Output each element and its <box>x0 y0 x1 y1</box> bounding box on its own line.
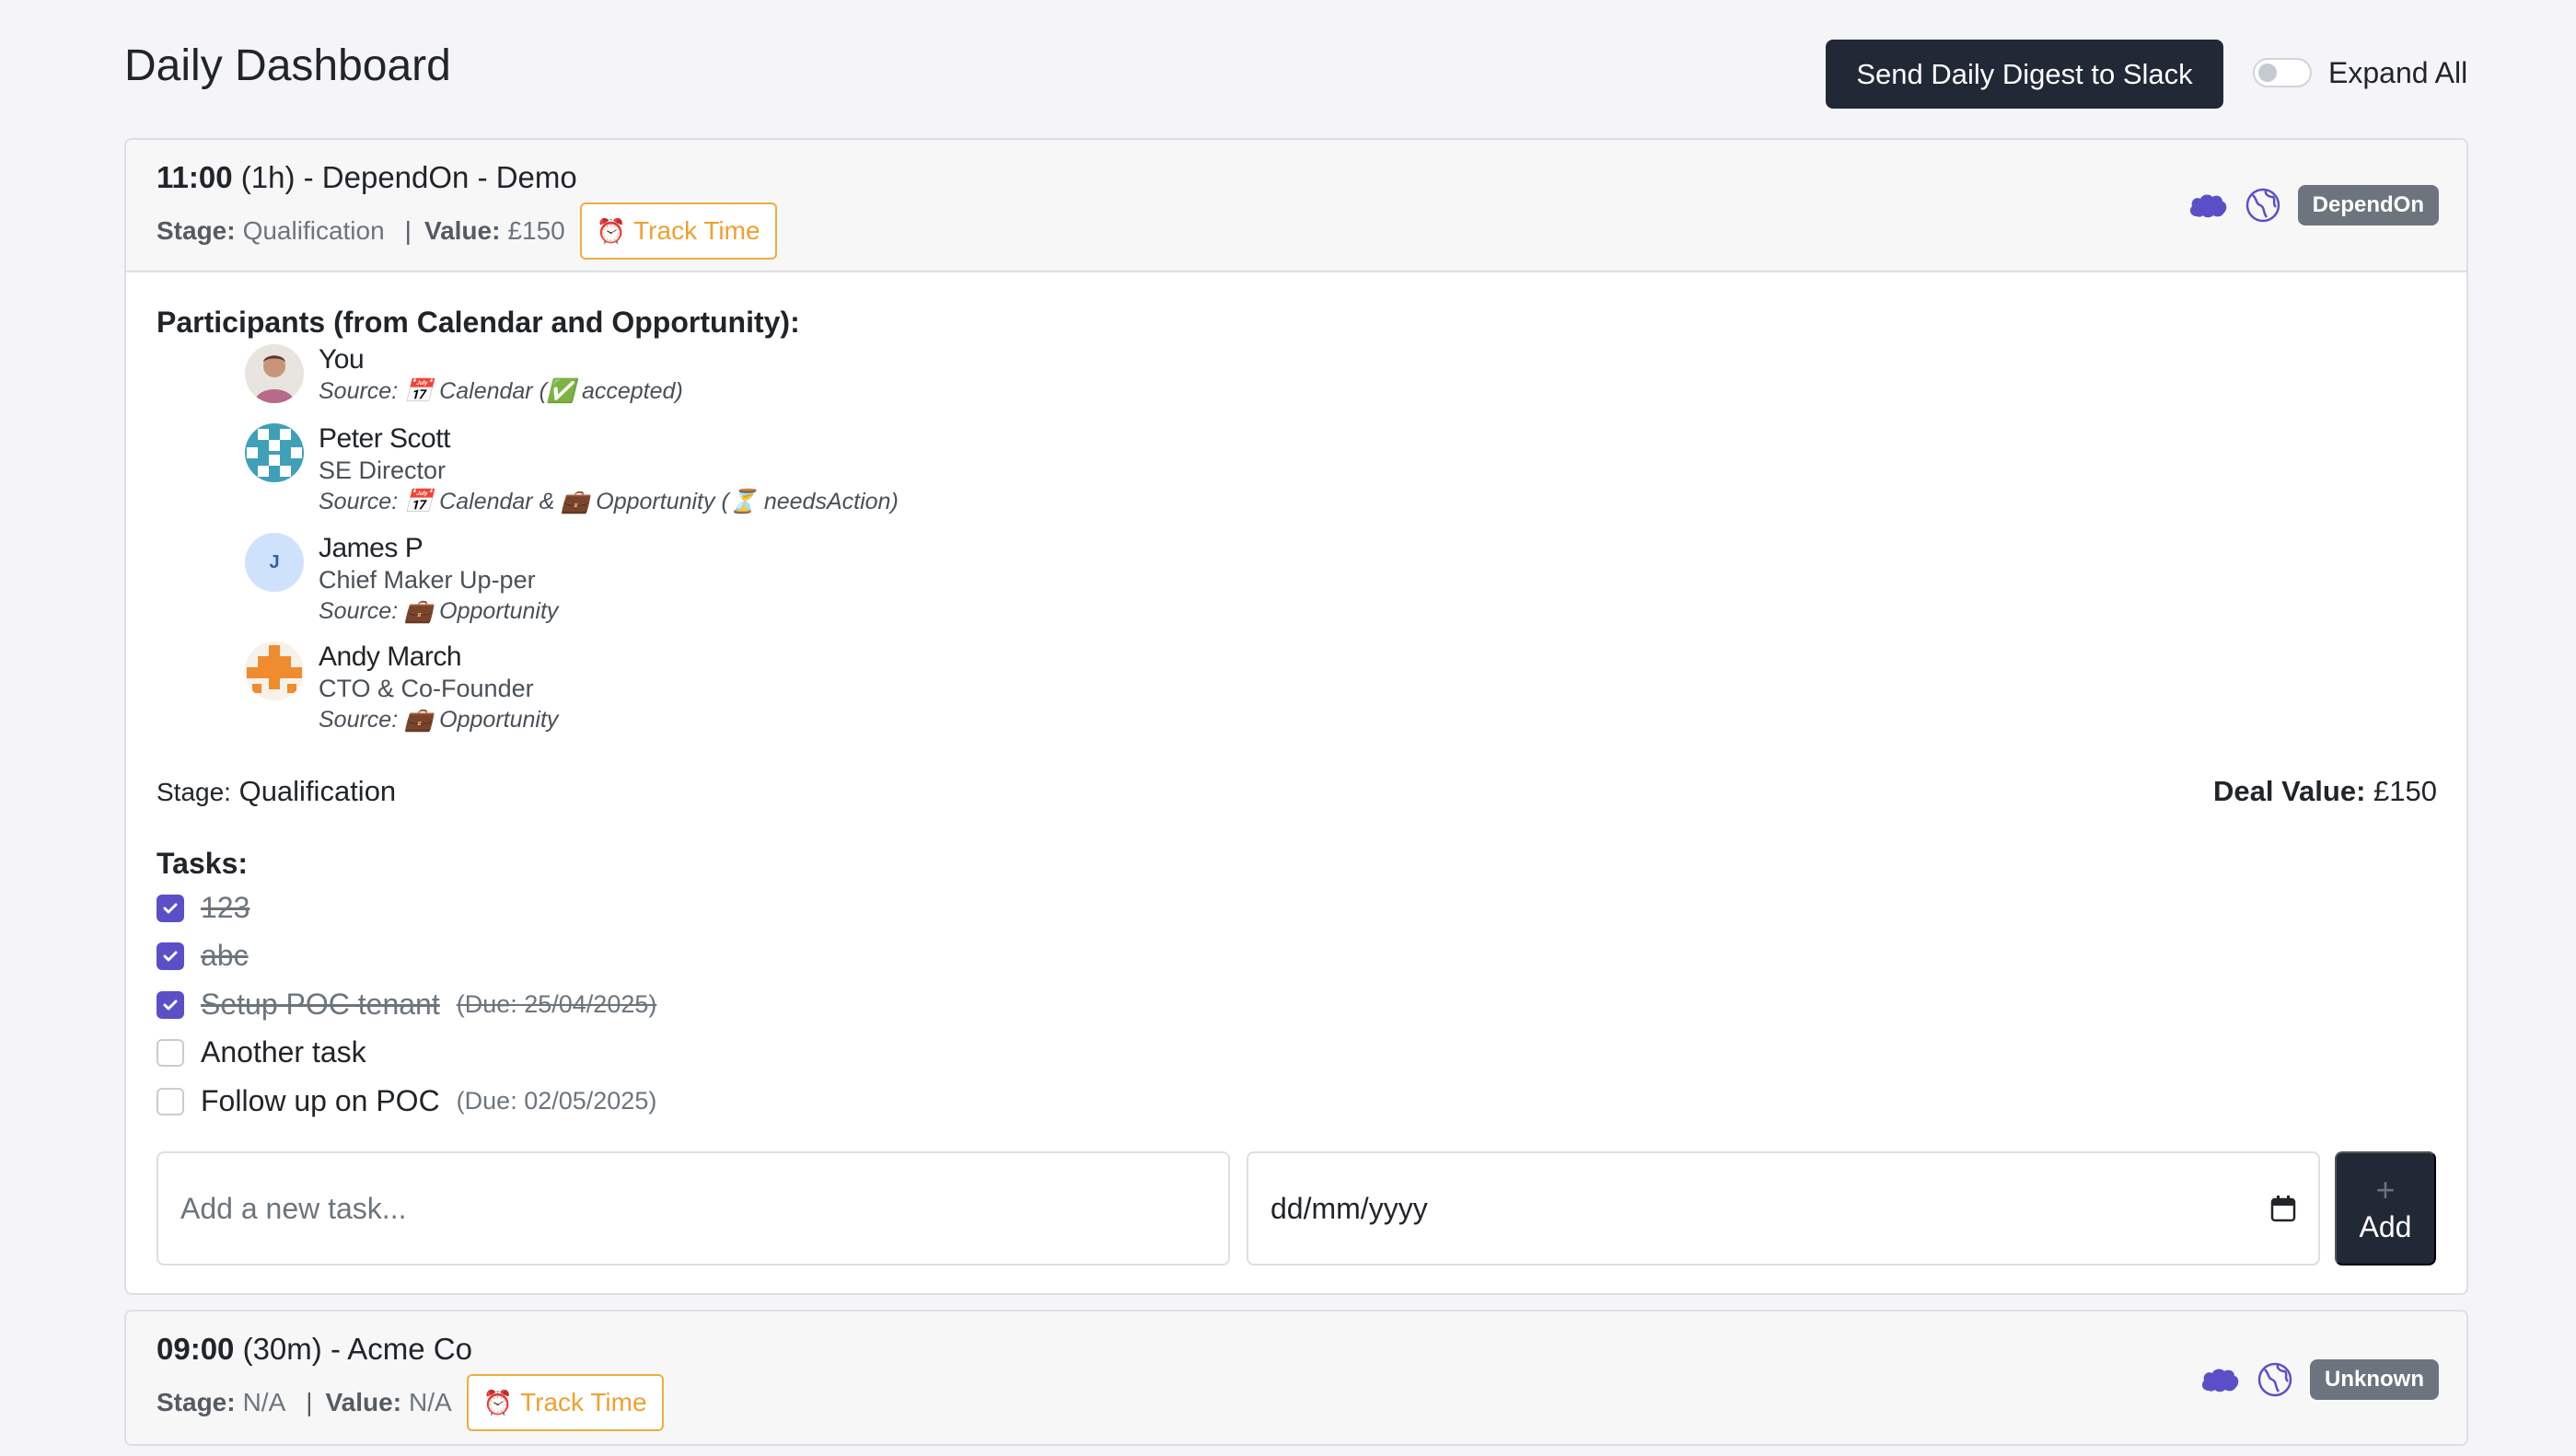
expand-all-label: Expand All <box>2328 55 2468 89</box>
task-due-date-input[interactable]: dd/mm/yyyy <box>1247 1151 2320 1265</box>
stage-label: Stage: <box>157 216 236 245</box>
deal-value-label: Deal Value: <box>2212 775 2366 807</box>
participant: Peter Scott SE Director Source: 📅 Calend… <box>245 423 899 517</box>
participant-source: Source: 💼 Opportunity <box>319 707 559 733</box>
participant-role: Chief Maker Up-per <box>319 566 536 594</box>
meeting-title: 09:00 (30m) - Acme Co <box>157 1332 472 1367</box>
meeting-duration: (1h) <box>240 160 296 194</box>
stage-row: Stage: Qualification <box>157 775 396 808</box>
task-checkbox[interactable] <box>157 1038 184 1067</box>
track-time-label: Track Time <box>633 216 760 245</box>
send-digest-button[interactable]: Send Daily Digest to Slack <box>1826 40 2223 109</box>
meeting-title: 11:00 (1h) - DependOn - Demo <box>157 160 577 195</box>
salesforce-cloud-icon[interactable] <box>2199 1366 2240 1393</box>
task-text: Setup POC tenant <box>201 988 440 1021</box>
globe-icon[interactable] <box>2245 187 2281 224</box>
stage-row-label: Stage: <box>157 778 231 806</box>
task-checkbox[interactable] <box>157 942 184 970</box>
deal-value: £150 <box>2373 775 2437 807</box>
task-text: 123 <box>201 891 250 924</box>
meeting-header-actions: Unknown <box>2199 1359 2439 1400</box>
task-item: Another task <box>157 1035 366 1069</box>
account-badge: DependOn <box>2297 185 2439 225</box>
participant: J James P Chief Maker Up-per Source: 💼 O… <box>245 533 558 627</box>
meta-separator: | <box>306 1388 313 1416</box>
task-text: Follow up on POC <box>201 1084 440 1117</box>
deal-value-row: Deal Value: £150 <box>2213 775 2437 808</box>
participant-role: SE Director <box>319 456 447 484</box>
participant-role: CTO & Co-Founder <box>319 675 534 702</box>
task-checkbox[interactable] <box>157 990 184 1019</box>
task-due: (Due: 25/04/2025) <box>456 990 657 1018</box>
track-time-button[interactable]: ⏰ Track Time <box>466 1374 664 1431</box>
salesforce-cloud-icon[interactable] <box>2187 191 2228 219</box>
meeting-duration: (30m) <box>242 1332 322 1366</box>
track-time-button[interactable]: ⏰ Track Time <box>579 202 777 260</box>
check-icon <box>163 903 178 913</box>
meeting-card: 11:00 (1h) - DependOn - Demo Stage: Qual… <box>124 138 2468 1295</box>
toggle-knob <box>2258 64 2277 82</box>
task-checkbox[interactable] <box>157 894 184 922</box>
participant-name: Peter Scott <box>319 423 450 454</box>
value-label: Value: <box>424 216 501 245</box>
page-title: Daily Dashboard <box>124 41 451 90</box>
date-placeholder: dd/mm/yyyy <box>1271 1191 1428 1225</box>
participant-source: Source: 📅 Calendar & 💼 Opportunity (⏳ ne… <box>319 489 899 514</box>
meeting-time: 11:00 <box>157 160 233 194</box>
meeting-time: 09:00 <box>157 1332 235 1366</box>
expand-all-toggle[interactable] <box>2253 58 2312 87</box>
task-text: Another task <box>201 1035 366 1069</box>
value-value: N/A <box>409 1388 452 1416</box>
participant-source: Source: 💼 Opportunity <box>319 598 559 624</box>
participants-title: Participants (from Calendar and Opportun… <box>157 306 800 339</box>
plus-icon: + <box>2375 1170 2396 1208</box>
stage-value: Qualification <box>242 216 385 245</box>
task-item: abc <box>157 939 249 973</box>
meeting-name: - DependOn - Demo <box>303 160 577 194</box>
new-task-input[interactable] <box>157 1151 1230 1265</box>
avatar <box>245 423 304 482</box>
task-due: (Due: 02/05/2025) <box>456 1087 657 1115</box>
task-item: Follow up on POC (Due: 02/05/2025) <box>157 1084 656 1118</box>
add-task-button[interactable]: + Add <box>2335 1151 2436 1265</box>
participant: Andy March CTO & Co-Founder Source: 💼 Op… <box>245 641 558 735</box>
avatar: J <box>245 533 304 592</box>
stage-value: N/A <box>242 1388 286 1416</box>
stage-row-value: Qualification <box>238 775 397 807</box>
task-checkbox[interactable] <box>157 1087 184 1115</box>
participant-name: Andy March <box>319 641 462 672</box>
account-badge: Unknown <box>2310 1359 2439 1400</box>
tasks-title: Tasks: <box>157 847 249 880</box>
avatar <box>245 344 304 403</box>
value-value: £150 <box>507 216 565 245</box>
alarm-clock-icon: ⏰ <box>596 216 627 245</box>
participant: You Source: 📅 Calendar (✅ accepted) <box>245 344 683 407</box>
add-label: Add <box>2359 1209 2412 1243</box>
task-item: Setup POC tenant (Due: 25/04/2025) <box>157 988 656 1022</box>
avatar-initial: J <box>269 551 280 572</box>
calendar-icon[interactable] <box>2270 1195 2296 1222</box>
globe-icon[interactable] <box>2257 1361 2293 1398</box>
meeting-card-header[interactable]: 11:00 (1h) - DependOn - Demo Stage: Qual… <box>126 140 2466 272</box>
participant-source: Source: 📅 Calendar (✅ accepted) <box>319 378 683 404</box>
alarm-clock-icon: ⏰ <box>482 1388 514 1416</box>
meeting-meta: Stage: N/A | Value: N/A ⏰ Track Time <box>157 1374 664 1431</box>
stage-label: Stage: <box>157 1388 236 1416</box>
meeting-card-header[interactable]: 09:00 (30m) - Acme Co Stage: N/A | Value… <box>126 1312 2466 1444</box>
participant-name: You <box>319 344 365 375</box>
task-item: 123 <box>157 891 249 925</box>
meeting-header-actions: DependOn <box>2187 185 2439 225</box>
value-label: Value: <box>325 1388 402 1416</box>
check-icon <box>163 1000 178 1010</box>
expand-all-control[interactable]: Expand All <box>2253 52 2467 94</box>
task-text: abc <box>201 939 249 972</box>
meta-separator: | <box>404 216 412 245</box>
check-icon <box>163 951 178 961</box>
meeting-card: 09:00 (30m) - Acme Co Stage: N/A | Value… <box>124 1310 2468 1446</box>
participant-name: James P <box>319 533 424 563</box>
meeting-name: - Acme Co <box>330 1332 472 1366</box>
avatar <box>245 641 304 700</box>
meeting-meta: Stage: Qualification | Value: £150 ⏰ Tra… <box>157 202 777 260</box>
track-time-label: Track Time <box>520 1388 647 1416</box>
